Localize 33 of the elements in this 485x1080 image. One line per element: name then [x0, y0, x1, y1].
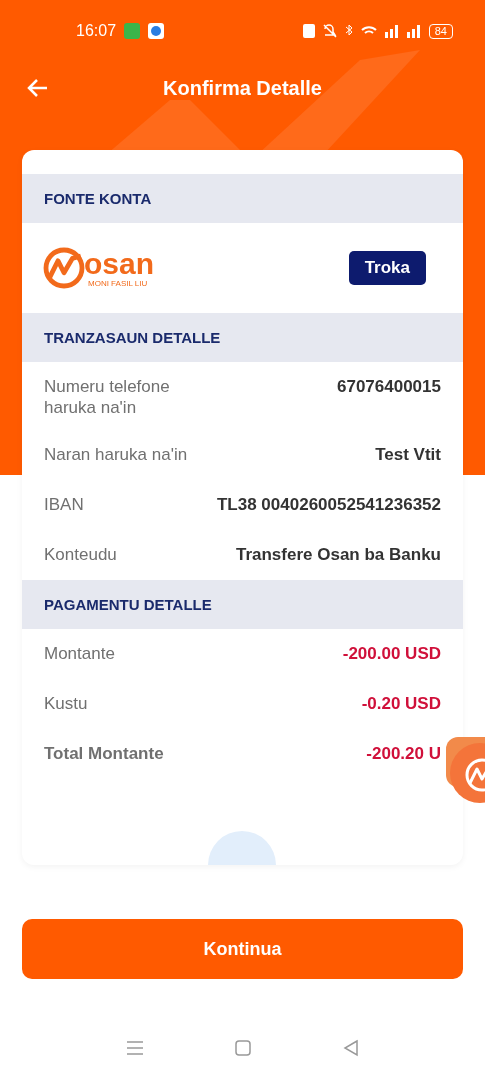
- detail-value: -200.20 U: [366, 743, 441, 764]
- change-button[interactable]: Troka: [348, 251, 426, 285]
- detail-value: Transfere Osan ba Banku: [235, 544, 441, 565]
- status-time: 16:07: [76, 22, 117, 40]
- section-heading: TRANZASAUN DETALLE: [22, 313, 463, 362]
- section-heading: PAGAMENTU DETALLE: [22, 580, 463, 629]
- detail-label: IBAN: [44, 494, 84, 515]
- battery-level: 84: [428, 23, 453, 39]
- menu-icon[interactable]: [124, 1038, 145, 1058]
- detail-value: -200.00 USD: [342, 643, 441, 664]
- section-heading: FONTE KONTA: [22, 174, 463, 223]
- bluetooth-icon: [344, 24, 353, 38]
- detail-label: Numeru telefone haruka na'in: [44, 376, 171, 418]
- muted-bell-icon: [322, 24, 337, 38]
- detail-label: Naran haruka na'in: [44, 444, 188, 465]
- wifi-icon: [360, 25, 377, 37]
- detail-label: Montante: [44, 643, 115, 664]
- detail-label: Konteudu: [44, 544, 117, 565]
- signal-icon: [406, 24, 421, 38]
- detail-value: TL38 0040260052541236352: [216, 494, 441, 515]
- floating-app-icon[interactable]: [444, 735, 485, 805]
- logo-tagline: MONI FASIL LIU: [88, 278, 149, 288]
- detail-value: 67076400015: [337, 376, 441, 397]
- detail-label: Kustu: [44, 693, 88, 714]
- screen-title: Konfirma Detalle: [163, 76, 322, 100]
- app-icon: [124, 23, 141, 39]
- logo-name: osan: [84, 248, 155, 279]
- signal-icon: [384, 24, 399, 38]
- detail-value: Test Vtit: [375, 444, 441, 465]
- home-square-icon[interactable]: [232, 1038, 253, 1058]
- app-icon: [148, 23, 165, 39]
- detail-value: -0.20 USD: [361, 693, 441, 714]
- detail-label: Total Montante: [44, 743, 164, 764]
